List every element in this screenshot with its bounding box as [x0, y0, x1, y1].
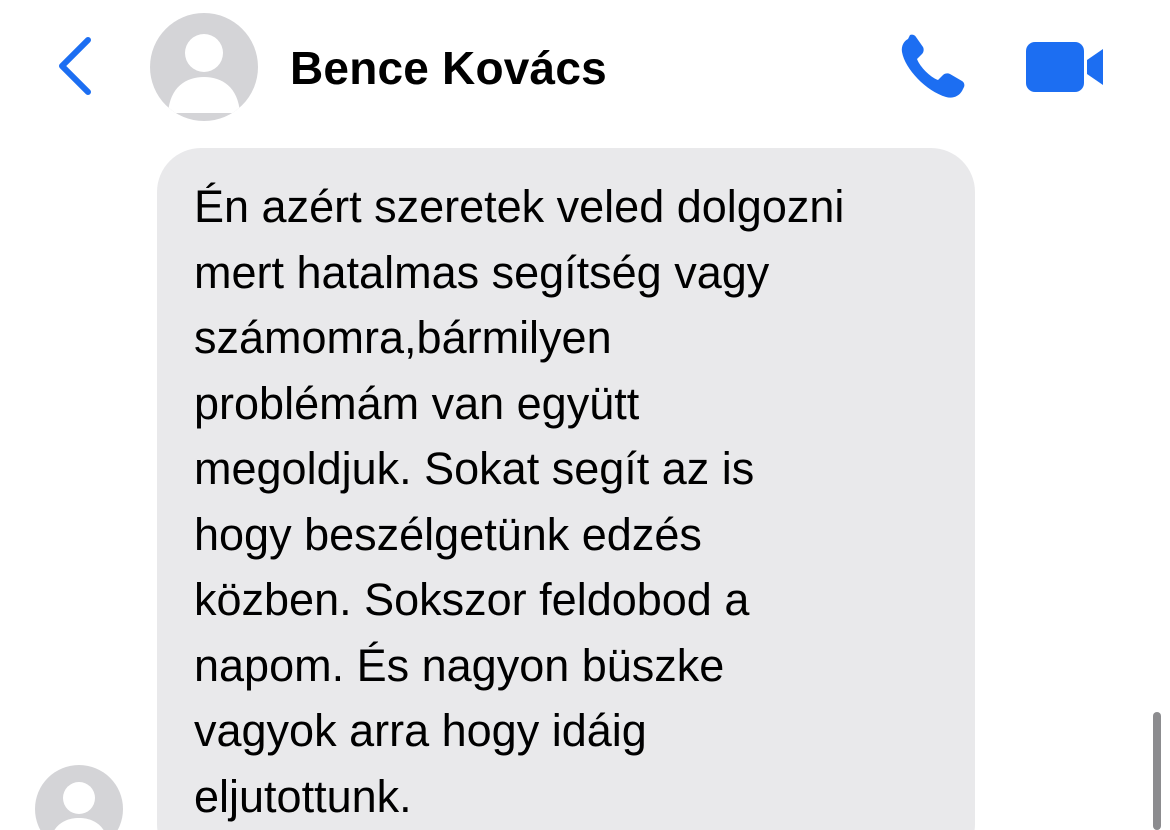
video-camera-icon	[1026, 42, 1103, 92]
contact-name[interactable]: Bence Kovács	[290, 40, 607, 96]
scrollbar[interactable]	[1153, 712, 1161, 830]
phone-icon	[901, 34, 965, 98]
chat-screen: Bence Kovács Én azért szeretek veled dol…	[0, 0, 1170, 830]
sender-avatar[interactable]	[35, 765, 123, 830]
received-message-bubble[interactable]: Én azért szeretek veled dolgozni mert ha…	[157, 148, 975, 830]
person-silhouette-icon	[168, 34, 240, 113]
message-text: Én azért szeretek veled dolgozni mert ha…	[194, 181, 845, 822]
person-silhouette-icon	[54, 782, 104, 830]
contact-avatar[interactable]	[150, 13, 258, 121]
back-button[interactable]	[52, 34, 96, 98]
chat-header: Bence Kovács	[0, 0, 1170, 132]
chevron-left-icon	[59, 37, 91, 95]
video-call-button[interactable]	[1024, 40, 1106, 94]
audio-call-button[interactable]	[898, 33, 968, 101]
